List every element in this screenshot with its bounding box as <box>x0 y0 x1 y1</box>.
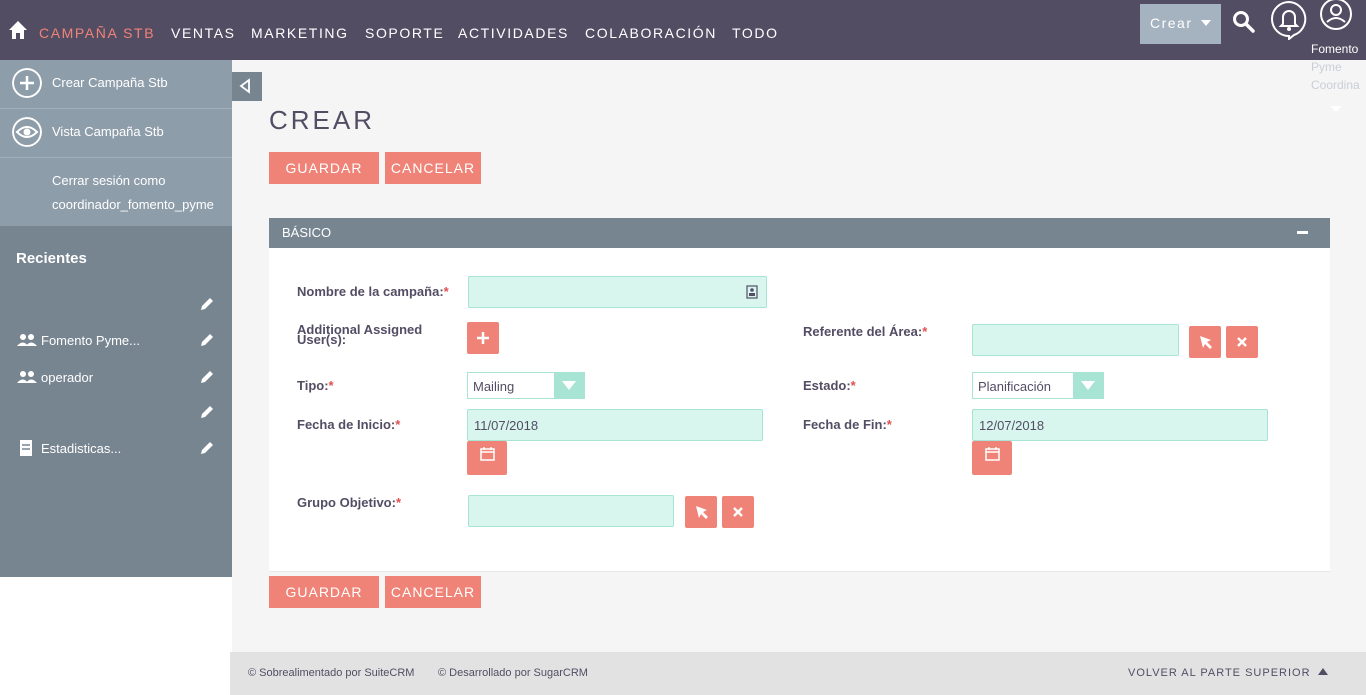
panel-title: BÁSICO <box>282 225 332 240</box>
close-icon <box>733 507 743 517</box>
assigned-users-label: Additional Assigned User(s): <box>297 322 423 347</box>
plus-icon <box>477 332 489 344</box>
user-avatar-icon[interactable] <box>1318 0 1354 32</box>
caret-up-icon[interactable] <box>1318 668 1328 675</box>
grupo-objetivo-select-button[interactable] <box>685 496 717 528</box>
sidebar-collapse-button[interactable] <box>232 72 262 101</box>
footer-powered-by[interactable]: © Sobrealimentado por SuiteCRM <box>248 667 414 679</box>
pencil-icon[interactable] <box>199 440 215 456</box>
user-menu-caret-icon[interactable] <box>1330 106 1342 112</box>
user-name-line-3: Coordina <box>1311 78 1360 92</box>
home-icon[interactable] <box>8 20 28 40</box>
referente-select-button[interactable] <box>1189 326 1221 358</box>
nav-item-ventas[interactable]: VENTAS <box>171 25 236 41</box>
sidebar-action-create-label: Crear Campaña Stb <box>52 75 168 90</box>
estado-label: Estado:* <box>803 378 856 393</box>
recent-item[interactable]: Fomento Pyme... <box>0 330 232 352</box>
chevron-down-icon <box>1201 20 1211 26</box>
search-icon[interactable] <box>1232 10 1256 34</box>
cancel-button-top[interactable]: CANCELAR <box>385 152 481 184</box>
nav-item-colaboracion[interactable]: COLABORACIÓN <box>585 25 717 41</box>
referente-input[interactable] <box>972 324 1179 356</box>
user-name-line-1: Fomento <box>1311 42 1359 56</box>
save-button-bottom[interactable]: GUARDAR <box>269 576 379 608</box>
contact-card-icon <box>746 285 758 299</box>
sidebar-logout[interactable]: Cerrar sesión como coordinador_fomento_p… <box>0 158 232 226</box>
cursor-arrow-icon <box>696 506 708 519</box>
panel-header-basico[interactable]: BÁSICO <box>269 218 1330 248</box>
fecha-inicio-input[interactable]: 11/07/2018 <box>467 409 763 441</box>
recent-item[interactable] <box>0 402 232 424</box>
grupo-objetivo-input[interactable] <box>468 495 674 527</box>
calendar-icon <box>480 447 495 461</box>
recent-title: Recientes <box>16 250 87 267</box>
recent-item-label: Fomento Pyme... <box>41 333 140 348</box>
footer-developed-by[interactable]: © Desarrollado por SugarCRM <box>438 667 588 679</box>
estado-select[interactable]: Planificación <box>972 372 1104 399</box>
chevron-down-icon <box>554 373 584 398</box>
eye-icon <box>12 117 42 147</box>
recent-item-label: Estadisticas... <box>41 441 122 456</box>
tipo-select[interactable]: Mailing <box>467 372 585 399</box>
pencil-icon[interactable] <box>199 332 215 348</box>
nav-item-marketing[interactable]: MARKETING <box>251 25 349 41</box>
sidebar: Crear Campaña Stb Vista Campaña Stb Cerr… <box>0 60 232 577</box>
users-icon <box>17 371 37 383</box>
top-navigation: CAMPAÑA STB VENTAS MARKETING SOPORTE ACT… <box>0 0 1366 60</box>
footer: © Sobrealimentado por SuiteCRM © Desarro… <box>230 652 1366 695</box>
tipo-label: Tipo:* <box>297 378 334 393</box>
logout-line-2: coordinador_fomento_pyme <box>52 197 214 212</box>
referente-clear-button[interactable] <box>1226 326 1258 358</box>
sidebar-action-create[interactable]: Crear Campaña Stb <box>0 60 232 109</box>
nombre-input[interactable] <box>468 276 767 308</box>
notification-bell-icon[interactable] <box>1270 0 1308 40</box>
grupo-objetivo-clear-button[interactable] <box>722 496 754 528</box>
sidebar-action-view[interactable]: Vista Campaña Stb <box>0 109 232 158</box>
calendar-icon <box>985 447 1000 461</box>
recent-item[interactable]: operador <box>0 367 232 389</box>
close-icon <box>1237 337 1247 347</box>
sidebar-action-view-label: Vista Campaña Stb <box>52 124 164 139</box>
triangle-left-icon <box>239 78 250 94</box>
save-button-top[interactable]: GUARDAR <box>269 152 379 184</box>
fecha-fin-input[interactable]: 12/07/2018 <box>972 409 1268 441</box>
create-label: Crear <box>1150 15 1193 31</box>
collapse-minus-icon[interactable] <box>1297 231 1308 234</box>
plus-circle-icon <box>12 68 42 98</box>
create-dropdown-button[interactable]: Crear <box>1140 4 1221 44</box>
users-icon <box>17 334 37 346</box>
fecha-fin-label: Fecha de Fin:* <box>803 417 892 432</box>
referente-label: Referente del Área:* <box>803 324 928 339</box>
cursor-arrow-icon <box>1200 336 1212 349</box>
nav-item-soporte[interactable]: SOPORTE <box>365 25 444 41</box>
user-menu-name[interactable]: Fomento Pyme Coordina <box>1311 40 1366 94</box>
recent-item[interactable] <box>0 294 232 316</box>
recent-item[interactable]: Estadisticas... <box>0 438 232 460</box>
fecha-inicio-label: Fecha de Inicio:* <box>297 417 401 432</box>
nombre-label: Nombre de la campaña:* <box>297 284 449 299</box>
cancel-button-bottom[interactable]: CANCELAR <box>385 576 481 608</box>
fecha-fin-calendar-button[interactable] <box>972 441 1012 475</box>
back-to-top-link[interactable]: VOLVER AL PARTE SUPERIOR <box>1128 667 1311 679</box>
user-name-line-2: Pyme <box>1311 60 1342 74</box>
recent-item-label: operador <box>41 370 94 385</box>
page-title: CREAR <box>269 105 376 135</box>
pencil-icon[interactable] <box>199 296 215 312</box>
document-icon <box>20 440 32 456</box>
fecha-inicio-calendar-button[interactable] <box>467 441 507 475</box>
pencil-icon[interactable] <box>199 369 215 385</box>
chevron-down-icon <box>1073 373 1103 398</box>
add-assigned-user-button[interactable] <box>467 322 499 354</box>
grupo-objetivo-label: Grupo Objetivo:* <box>297 495 402 510</box>
nav-item-actividades[interactable]: ACTIVIDADES <box>458 25 569 41</box>
nav-item-todo[interactable]: TODO <box>732 25 779 41</box>
logout-line-1: Cerrar sesión como <box>52 173 166 188</box>
pencil-icon[interactable] <box>199 404 215 420</box>
nav-item-campana-stb[interactable]: CAMPAÑA STB <box>39 25 155 41</box>
